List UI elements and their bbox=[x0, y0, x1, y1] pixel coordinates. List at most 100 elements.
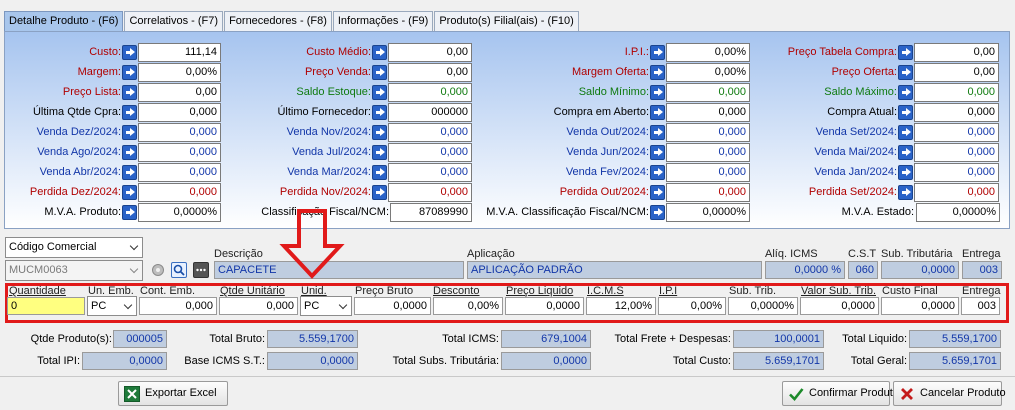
tab-correlativos[interactable]: Correlativos - (F7) bbox=[124, 11, 224, 31]
arrow-right-icon[interactable] bbox=[898, 125, 913, 140]
total-geral-value: 5.659,1701 bbox=[909, 352, 1001, 370]
more-options-icon[interactable] bbox=[193, 262, 209, 278]
base-icms-st-label: Base ICMS S.T.: bbox=[184, 355, 265, 367]
valor-sub-trib-header: Valor Sub. Trib. bbox=[801, 285, 876, 297]
custo-final-input[interactable]: 0,0000 bbox=[881, 297, 959, 315]
total-frete-label: Total Frete + Despesas: bbox=[614, 333, 731, 345]
field-label: Preço Tabela Compra: bbox=[787, 46, 897, 58]
entrega-order-header: Entrega bbox=[962, 285, 1001, 297]
sub-tributaria-header: Sub. Tributária bbox=[881, 248, 953, 260]
preco-liquido-header: Preço Liquido bbox=[506, 285, 574, 297]
field-value[interactable]: 0,000 bbox=[914, 183, 999, 202]
ipi-input[interactable]: 0,00% bbox=[658, 297, 726, 315]
total-liquido-value: 5.559,1700 bbox=[909, 330, 1001, 348]
arrow-right-icon[interactable] bbox=[898, 65, 913, 80]
preco-liquido-input[interactable]: 0,0000 bbox=[505, 297, 584, 315]
field-value[interactable]: 0,00 bbox=[914, 43, 999, 62]
close-icon bbox=[901, 388, 913, 400]
total-ipi-value: 0,0000 bbox=[82, 352, 167, 370]
un-emb-value: PC bbox=[91, 300, 107, 312]
total-frete-value: 100,0001 bbox=[733, 330, 824, 348]
preco-bruto-input[interactable]: 0,0000 bbox=[354, 297, 431, 315]
confirmar-produto-label: Confirmar Produto bbox=[809, 387, 899, 399]
entrega-header: Entrega bbox=[962, 248, 1001, 260]
aplicacao-field: APLICAÇÃO PADRÃO bbox=[467, 261, 762, 279]
code-type-value: Código Comercial bbox=[9, 241, 97, 253]
qtde-produtos-value: 000005 bbox=[113, 330, 167, 348]
ipi-header: I.P.I bbox=[659, 285, 678, 297]
sub-tributaria-field: 0,0000 bbox=[881, 261, 959, 279]
cancelar-produto-button[interactable]: Cancelar Produto bbox=[893, 381, 1006, 406]
footer-divider bbox=[0, 376, 1015, 377]
icms-input[interactable]: 12,00% bbox=[586, 297, 656, 315]
field-value[interactable]: 0,00 bbox=[914, 63, 999, 82]
tab-fornecedores[interactable]: Fornecedores - (F8) bbox=[224, 11, 332, 31]
arrow-right-icon[interactable] bbox=[898, 145, 913, 160]
tab-bar: Detalhe Produto - (F6) Correlativos - (F… bbox=[4, 11, 580, 31]
total-custo-label: Total Custo: bbox=[672, 355, 731, 367]
cst-header: C.S.T bbox=[848, 248, 877, 260]
total-bruto-label: Total Bruto: bbox=[209, 333, 265, 345]
unid-select[interactable]: PC bbox=[300, 296, 352, 316]
exportar-excel-button[interactable]: Exportar Excel bbox=[118, 381, 228, 406]
qtde-unitario-input[interactable]: 0,000 bbox=[219, 297, 298, 315]
down-arrow-annotation-icon bbox=[279, 209, 345, 279]
entrega-field: 003 bbox=[962, 261, 1002, 279]
arrow-right-icon[interactable] bbox=[898, 45, 913, 60]
valor-sub-trib-input[interactable]: 0,0000 bbox=[800, 297, 879, 315]
field-label: Perdida Set/2024: bbox=[808, 186, 897, 198]
aplicacao-header: Aplicação bbox=[467, 248, 515, 260]
cont-emb-input[interactable]: 0,000 bbox=[139, 297, 217, 315]
cancelar-produto-label: Cancelar Produto bbox=[920, 387, 1006, 399]
icms-header: I.C.M.S bbox=[587, 285, 624, 297]
tab-produtos-filiais[interactable]: Produto(s) Filial(ais) - (F10) bbox=[434, 11, 579, 31]
sub-trib-input[interactable]: 0,0000% bbox=[728, 297, 798, 315]
qtde-unitario-header: Qtde Unitário bbox=[220, 285, 285, 297]
field-value[interactable]: 0,000 bbox=[914, 123, 999, 142]
product-code-value: MUCM0063 bbox=[9, 264, 68, 276]
total-ipi-label: Total IPI: bbox=[37, 355, 80, 367]
product-detail-panel: Custo: 111,14 Custo Médio: 0,00 I.P.I.: 0,00%… bbox=[4, 31, 1010, 229]
chevron-down-icon bbox=[129, 264, 139, 274]
aliq-icms-header: Alíq. ICMS bbox=[765, 248, 818, 260]
field-value[interactable]: 0,000 bbox=[914, 143, 999, 162]
tab-informacoes[interactable]: Informações - (F9) bbox=[332, 11, 434, 31]
code-type-select[interactable]: Código Comercial bbox=[5, 237, 143, 258]
field-value[interactable]: 0,000 bbox=[914, 163, 999, 182]
entrega-input[interactable]: 003 bbox=[961, 297, 1000, 315]
total-liquido-label: Total Liquido: bbox=[842, 333, 907, 345]
total-subs-value: 0,0000 bbox=[501, 352, 591, 370]
arrow-right-icon[interactable] bbox=[898, 85, 913, 100]
aliq-icms-field: 0,0000 % bbox=[765, 261, 845, 279]
check-icon bbox=[789, 388, 804, 401]
field-value[interactable]: 0,0000% bbox=[916, 203, 1000, 222]
arrow-right-icon[interactable] bbox=[898, 165, 913, 180]
unid-value: PC bbox=[304, 300, 320, 312]
arrow-right-icon[interactable] bbox=[898, 185, 913, 200]
cst-field: 060 bbox=[848, 261, 878, 279]
un-emb-select[interactable]: PC bbox=[87, 296, 137, 316]
total-icms-label: Total ICMS: bbox=[442, 333, 499, 345]
field-label: Saldo Máximo: bbox=[824, 86, 897, 98]
base-icms-st-value: 0,0000 bbox=[267, 352, 358, 370]
sub-trib-header: Sub. Trib. bbox=[729, 285, 777, 297]
tab-detalhe-produto[interactable]: Detalhe Produto - (F6) bbox=[4, 11, 124, 31]
product-code-select[interactable]: MUCM0063 bbox=[5, 260, 143, 281]
settings-gear-icon[interactable] bbox=[150, 262, 166, 278]
chevron-down-icon bbox=[129, 241, 139, 251]
field-value[interactable]: 0,000 bbox=[914, 103, 999, 122]
search-icon[interactable] bbox=[171, 262, 187, 278]
exportar-excel-label: Exportar Excel bbox=[145, 387, 217, 399]
field-value[interactable]: 0,000 bbox=[914, 83, 999, 102]
quantidade-input[interactable]: 0 bbox=[7, 297, 85, 315]
field-label: Venda Mai/2024: bbox=[814, 146, 897, 158]
desconto-input[interactable]: 0,00% bbox=[433, 297, 503, 315]
qtde-produtos-label: Qtde Produto(s): bbox=[30, 333, 112, 345]
chevron-down-icon bbox=[338, 300, 348, 310]
arrow-right-icon[interactable] bbox=[898, 105, 913, 120]
custo-final-header: Custo Final bbox=[882, 285, 938, 297]
field-label: Venda Jan/2024: bbox=[814, 166, 897, 178]
desconto-header: Desconto bbox=[433, 285, 480, 297]
confirmar-produto-button[interactable]: Confirmar Produto bbox=[782, 381, 899, 406]
preco-bruto-header: Preço Bruto bbox=[355, 285, 414, 297]
